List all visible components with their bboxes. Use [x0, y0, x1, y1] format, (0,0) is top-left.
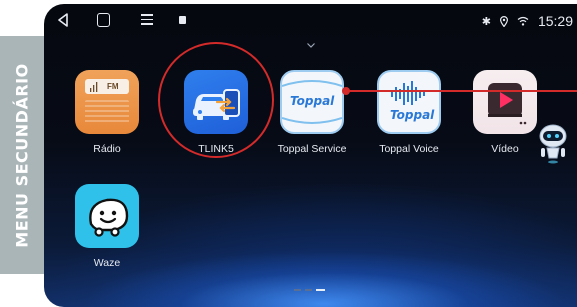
toppal-logo-text: Toppal [290, 94, 335, 108]
notification-icon [179, 16, 186, 24]
app-label: Waze [93, 257, 121, 269]
toppal-logo-text: Toppal [390, 108, 435, 122]
video-icon[interactable] [473, 70, 537, 134]
radio-fm-text: FM [107, 82, 119, 91]
secondary-menu-label: MENU SECUNDÁRIO [12, 62, 32, 248]
status-indicators: ✱ 15:29 [482, 4, 573, 38]
bluetooth-icon: ✱ [481, 15, 491, 28]
location-icon [499, 15, 508, 27]
signal-bars-icon [90, 82, 98, 92]
app-label: Toppal Voice [379, 143, 439, 155]
radio-display: FM [85, 79, 129, 94]
clock: 15:29 [537, 13, 573, 29]
annotation-pointer-line [348, 90, 577, 92]
assistant-robot-icon[interactable] [538, 122, 568, 164]
toppal-voice-icon[interactable]: Toppal [377, 70, 441, 134]
page-dot[interactable] [294, 289, 301, 291]
home-icon[interactable] [97, 13, 110, 27]
wifi-icon [517, 16, 529, 26]
page-dot-active[interactable] [316, 289, 325, 291]
status-bar: ✱ 15:29 [44, 4, 577, 38]
chevron-down-icon[interactable] [307, 43, 315, 48]
toppal-service-icon[interactable]: Toppal [280, 70, 344, 134]
menu-icon[interactable] [141, 14, 153, 28]
speaker-grille [85, 100, 129, 124]
highlight-circle [158, 42, 274, 158]
app-toppal-service[interactable]: Toppal Toppal Service [262, 70, 362, 155]
annotation-pointer-dot [342, 87, 350, 95]
head-unit-screen: ✱ 15:29 FM Rádio TLINK5 Toppal Toppal Se… [44, 4, 577, 307]
secondary-menu-tab: MENU SECUNDÁRIO [0, 36, 44, 274]
voice-waveform-icon [391, 81, 425, 105]
app-label: Rádio [93, 143, 121, 155]
radio-icon[interactable]: FM [75, 70, 139, 134]
app-label: Toppal Service [277, 143, 347, 155]
page-indicator [294, 289, 325, 291]
page-dot[interactable] [305, 289, 312, 291]
app-toppal-voice[interactable]: Toppal Toppal Voice [359, 70, 459, 155]
app-radio[interactable]: FM Rádio [57, 70, 157, 155]
back-icon[interactable] [58, 13, 68, 27]
app-waze[interactable]: Waze [57, 184, 157, 269]
waze-icon[interactable] [75, 184, 139, 248]
